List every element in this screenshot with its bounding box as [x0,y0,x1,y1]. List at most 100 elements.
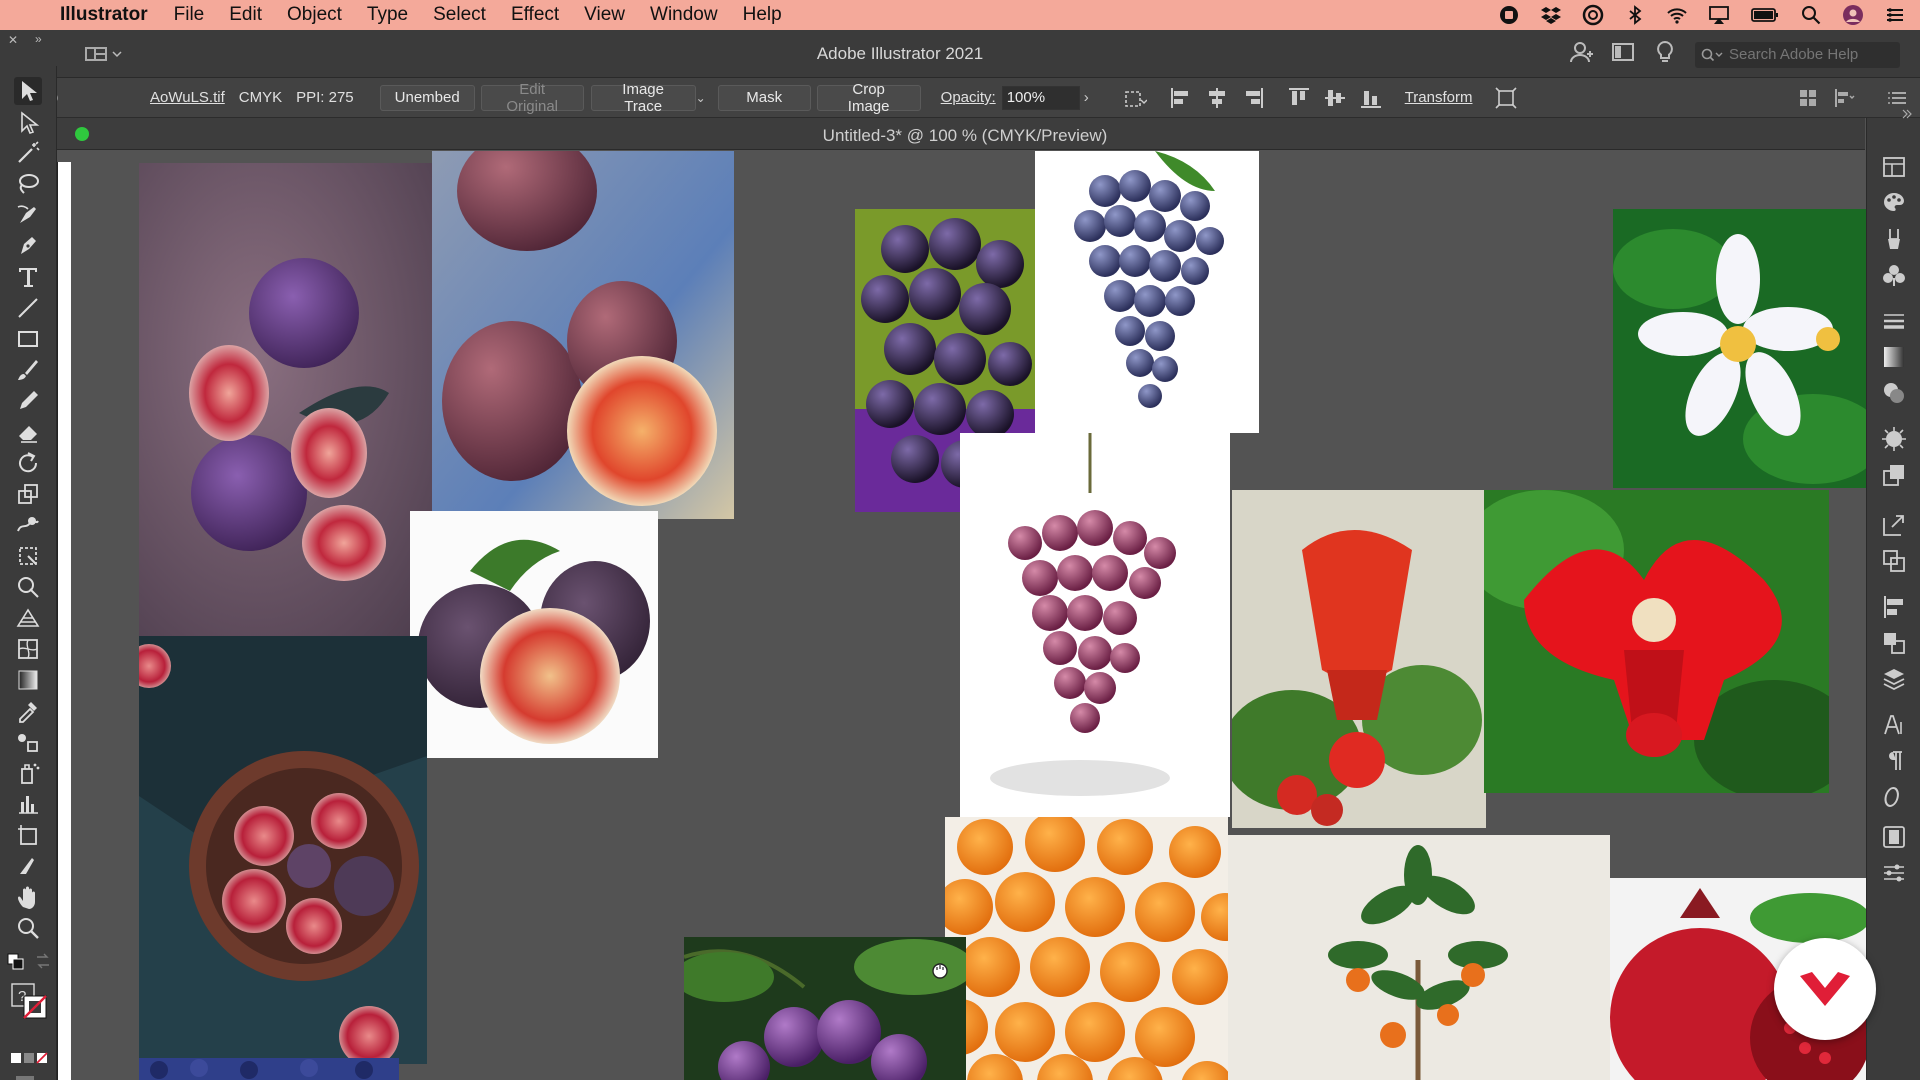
blend-tool-icon[interactable] [14,728,42,756]
graphic-styles-panel-icon[interactable] [1881,462,1907,488]
battery-icon[interactable] [1750,4,1780,26]
panel-menu-icon[interactable] [1886,86,1910,110]
help-search-box[interactable] [1695,41,1900,68]
figs-on-blue-wood-photo[interactable] [432,151,734,519]
red-grapes-photo[interactable] [960,433,1230,817]
transform-panel-icon[interactable] [1881,630,1907,656]
tangerines-photo[interactable] [945,817,1228,1080]
color-mode-buttons-icon[interactable] [10,1050,50,1066]
lasso-tool-icon[interactable] [14,170,42,198]
libraries-panel-icon[interactable] [1881,824,1907,850]
menu-help[interactable]: Help [743,4,782,26]
menu-type[interactable]: Type [367,4,408,26]
stroke-panel-icon[interactable] [1881,308,1907,334]
paragraph-panel-icon[interactable] [1881,748,1907,774]
artboard-tool-icon[interactable] [14,821,42,849]
menu-view[interactable]: View [584,4,625,26]
bluetooth-icon[interactable] [1624,4,1646,26]
menu-effect[interactable]: Effect [511,4,559,26]
orange-tree-photo[interactable] [1228,835,1610,1080]
swap-fill-stroke-icon[interactable] [34,952,52,970]
app-menu-illustrator[interactable]: Illustrator [60,4,148,26]
free-transform-tool-icon[interactable] [14,542,42,570]
pencil-tool-icon[interactable] [14,387,42,415]
menu-object[interactable]: Object [287,4,342,26]
gradient-tool-icon[interactable] [14,666,42,694]
rectangle-tool-icon[interactable] [14,325,42,353]
align-center-icon[interactable] [1205,86,1229,110]
pomegranate-flower-bud-photo[interactable] [1232,490,1486,828]
scale-tool-icon[interactable] [14,480,42,508]
default-fill-stroke-icon[interactable] [6,952,28,974]
menu-file[interactable]: File [174,4,205,26]
blueberries-photo[interactable] [139,1058,399,1080]
menu-select[interactable]: Select [433,4,486,26]
eraser-tool-icon[interactable] [14,418,42,446]
properties-sliders-panel-icon[interactable] [1881,860,1907,886]
selection-tool-icon[interactable] [14,77,42,105]
rotate-tool-icon[interactable] [14,449,42,477]
align-panel-icon[interactable] [1881,594,1907,620]
zoom-tool-icon[interactable] [14,914,42,942]
edit-original-button[interactable]: Edit Original [480,81,584,115]
blue-grapes-photo[interactable] [1035,151,1259,433]
mesh-tool-icon[interactable] [14,635,42,663]
opentype-panel-icon[interactable] [1881,784,1907,810]
airplay-icon[interactable] [1708,4,1730,26]
align-middle-icon[interactable] [1323,86,1347,110]
pen-tool-icon[interactable] [14,232,42,260]
dropbox-icon[interactable] [1540,4,1562,26]
type-tool-icon[interactable] [14,263,42,291]
creative-cloud-icon[interactable] [1582,4,1604,26]
properties-panel-icon[interactable] [1881,154,1907,180]
menu-edit[interactable]: Edit [229,4,262,26]
image-trace-dropdown-chevron-icon[interactable]: ⌄ [696,91,712,105]
screen-mode-icon[interactable] [14,1076,38,1080]
align-left-icon[interactable] [1169,86,1193,110]
user-avatar-icon[interactable] [1842,4,1864,26]
spotlight-icon[interactable] [1800,4,1822,26]
line-segment-tool-icon[interactable] [14,294,42,322]
layers-panel-icon[interactable] [1881,666,1907,692]
color-panel-icon[interactable] [1881,190,1907,216]
discover-lightbulb-icon[interactable] [1653,40,1677,69]
purple-plums-photo[interactable] [684,937,966,1080]
opacity-arrow-icon[interactable]: › [1084,89,1089,106]
align-to-selection-icon[interactable] [1123,86,1147,110]
symbol-sprayer-tool-icon[interactable] [14,759,42,787]
slice-tool-icon[interactable] [14,852,42,880]
record-icon[interactable] [1498,4,1520,26]
help-search-input[interactable] [1729,46,1889,63]
hand-tool-icon[interactable] [14,883,42,911]
pathfinder-panel-icon[interactable] [1881,548,1907,574]
share-user-icon[interactable] [1569,40,1593,69]
character-panel-icon[interactable] [1881,712,1907,738]
wifi-icon[interactable] [1666,4,1688,26]
pomegranate-flower-open-photo[interactable] [1484,490,1829,793]
figs-in-bowl-photo[interactable] [139,636,427,1064]
align-top-icon[interactable] [1287,86,1311,110]
perspective-grid-tool-icon[interactable] [14,604,42,632]
paintbrush-tool-icon[interactable] [14,356,42,384]
magic-wand-tool-icon[interactable] [14,139,42,167]
opacity-label[interactable]: Opacity: [941,89,996,106]
fill-stroke-swatch-icon[interactable]: ? [10,982,50,1022]
direct-selection-tool-icon[interactable] [14,109,42,137]
linked-filename[interactable]: AoWuLS.tif [150,89,225,106]
export-asset-panel-icon[interactable] [1881,512,1907,538]
appearance-panel-icon[interactable] [1881,426,1907,452]
distribute-options-icon[interactable] [1832,86,1856,110]
crop-image-button[interactable]: Crop Image [816,81,921,115]
column-graph-tool-icon[interactable] [14,790,42,818]
transform-link[interactable]: Transform [1405,89,1473,106]
orange-blossom-photo[interactable] [1613,209,1866,488]
eyedropper-tool-icon[interactable] [14,697,42,725]
shape-builder-tool-icon[interactable] [14,573,42,601]
align-bottom-icon[interactable] [1359,86,1383,110]
mask-button[interactable]: Mask [717,84,811,111]
opacity-input[interactable] [1001,85,1080,110]
brushes-panel-icon[interactable] [1881,226,1907,252]
selection-bounds-icon[interactable] [1494,86,1518,110]
curvature-pen-tool-icon[interactable] [14,201,42,229]
grid-options-icon[interactable] [1796,86,1820,110]
